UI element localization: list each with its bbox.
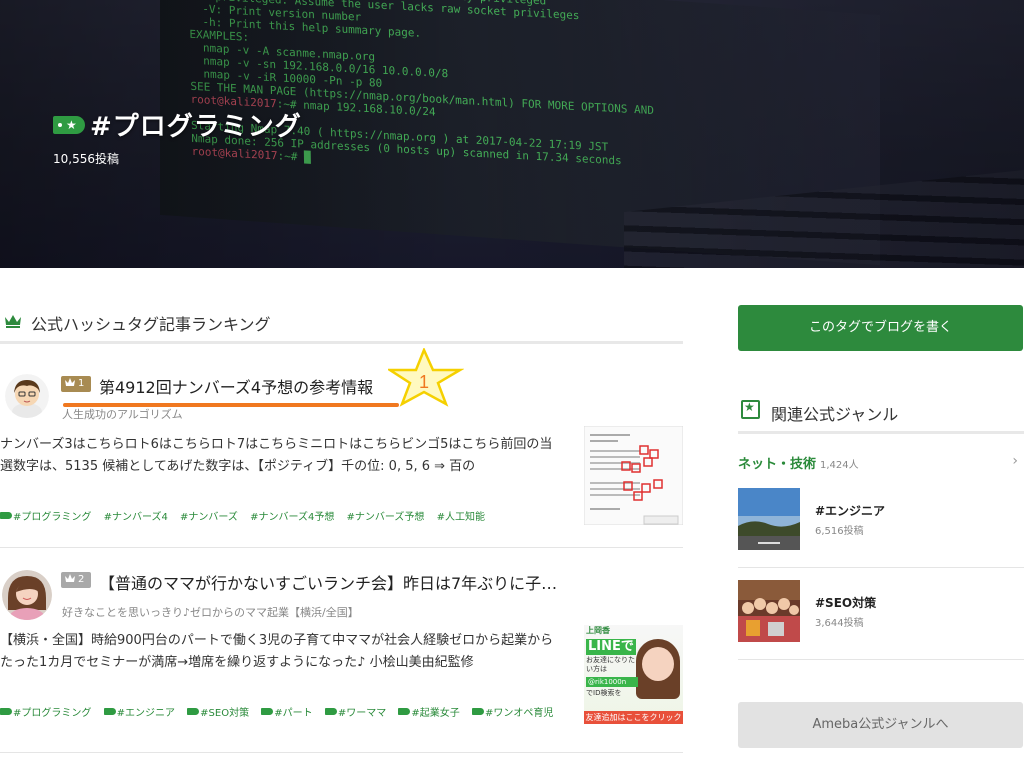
tag-link[interactable]: #ナンバーズ4予想 [250, 512, 334, 523]
tag-link[interactable]: #パート [261, 708, 313, 719]
article-thumbnail[interactable] [584, 426, 683, 525]
article-excerpt[interactable]: ナンバーズ3はこちらロト6はこちらロト7はこちらミニロトはこちらビンゴ5はこちら… [0, 434, 562, 478]
tag-link[interactable]: #プログラミング [0, 512, 91, 523]
article-author[interactable]: 好きなことを思いっきり♪ゼロからのママ起業【横浜/全国】 [62, 604, 359, 620]
author-avatar[interactable] [5, 374, 49, 418]
related-tag-image[interactable] [738, 580, 800, 642]
article-excerpt[interactable]: 【横浜・全国】時給900円台のパートで働く3児の子育て中ママが社会人経験ゼロから… [0, 630, 562, 674]
related-tag-name[interactable]: #エンジニア [815, 502, 885, 519]
hashtag-post-count: 10,556投稿 [53, 152, 119, 166]
related-genre-heading: 関連公式ジャンル [738, 396, 1024, 434]
rank-badge: 1 [61, 376, 91, 392]
hero-banner: --send-eth: Assume that the user is full… [0, 0, 1024, 268]
related-tag-name[interactable]: #SEO対策 [815, 594, 876, 611]
tag-link[interactable]: #ナンバーズ4 [104, 512, 168, 523]
article-author[interactable]: 人生成功のアルゴリズム [62, 406, 183, 422]
related-tag-count: 6,516投稿 [815, 526, 864, 537]
article-tags: #プログラミング #エンジニア #SEO対策 #パート #ワーママ #起業女子 … [0, 704, 562, 719]
related-tag-count: 3,644投稿 [815, 618, 864, 629]
star-box-icon [741, 400, 760, 419]
thumb-id: @rik1000n [586, 677, 638, 687]
thumb-cta: 友達追加はここをクリック [584, 711, 683, 724]
article-thumbnail[interactable]: 上岡香 LINEで お友達になりたい方は @rik1000n でID検索を 友達… [584, 625, 683, 724]
related-tag-image[interactable] [738, 488, 800, 550]
rank-number: 1 [78, 378, 85, 389]
hashtag-badge-icon: ★ [53, 116, 85, 134]
tag-link[interactable]: #プログラミング [0, 708, 91, 719]
ameba-genre-button[interactable]: Ameba公式ジャンルへ [738, 702, 1023, 748]
article-title[interactable]: 【普通のママが行かないすごいランチ会】昨日は7年ぶりに子… [99, 570, 557, 594]
tag-link[interactable]: #ナンバーズ [180, 512, 238, 523]
crown-icon [65, 574, 75, 582]
genre-link[interactable]: ネット・技術 1,424人 › [738, 451, 1024, 475]
genre-name[interactable]: ネット・技術 [738, 453, 816, 472]
author-avatar[interactable] [2, 570, 52, 620]
related-tag-item[interactable]: #エンジニア 6,516投稿 [738, 478, 1024, 568]
rank-number: 2 [78, 574, 85, 585]
thumb-friend: お友達になりたい方は [586, 656, 635, 673]
tag-link[interactable]: #エンジニア [103, 708, 175, 719]
thumb-search: でID検索を [586, 689, 622, 697]
ranking-article-1[interactable]: 1 第4912回ナンバーズ4予想の参考情報 人生成功のアルゴリズム ナンバーズ3… [0, 368, 683, 548]
ranking-heading-text: 公式ハッシュタグ記事ランキング [31, 315, 271, 334]
ranking-heading: 公式ハッシュタグ記事ランキング [0, 306, 683, 344]
article-tags: #プログラミング #ナンバーズ4 #ナンバーズ #ナンバーズ4予想 #ナンバーズ… [0, 508, 494, 523]
annotation-star-icon: 1 [388, 348, 464, 407]
related-tag-item[interactable]: #SEO対策 3,644投稿 [738, 570, 1024, 660]
annotation-number: 1 [419, 372, 429, 392]
related-genre-heading-text: 関連公式ジャンル [771, 405, 899, 424]
hashtag-title: #プログラミング [90, 112, 302, 142]
genre-count: 1,424人 [820, 460, 859, 471]
rank-badge: 2 [61, 572, 91, 588]
tag-link[interactable]: #ナンバーズ予想 [347, 512, 425, 523]
tag-link[interactable]: #起業女子 [398, 708, 460, 719]
divider [738, 659, 1024, 660]
write-blog-button[interactable]: このタグでブログを書く [738, 305, 1023, 351]
thumb-name: 上岡香 [586, 626, 610, 635]
divider [738, 567, 1024, 568]
article-title[interactable]: 第4912回ナンバーズ4予想の参考情報 [99, 374, 373, 398]
divider [0, 752, 683, 753]
annotation-underline [63, 403, 399, 407]
chevron-right-icon[interactable]: › [1012, 453, 1018, 469]
crown-icon [65, 378, 75, 386]
tag-link[interactable]: #ワンオペ育児 [472, 708, 553, 719]
tag-link[interactable]: #人工知能 [437, 512, 485, 523]
tag-link[interactable]: #SEO対策 [187, 708, 249, 719]
thumb-line: LINEで [586, 639, 636, 655]
tag-link[interactable]: #ワーママ [324, 708, 386, 719]
ranking-article-2[interactable]: 2 【普通のママが行かないすごいランチ会】昨日は7年ぶりに子… 好きなことを思い… [0, 548, 683, 753]
crown-icon [5, 315, 21, 328]
